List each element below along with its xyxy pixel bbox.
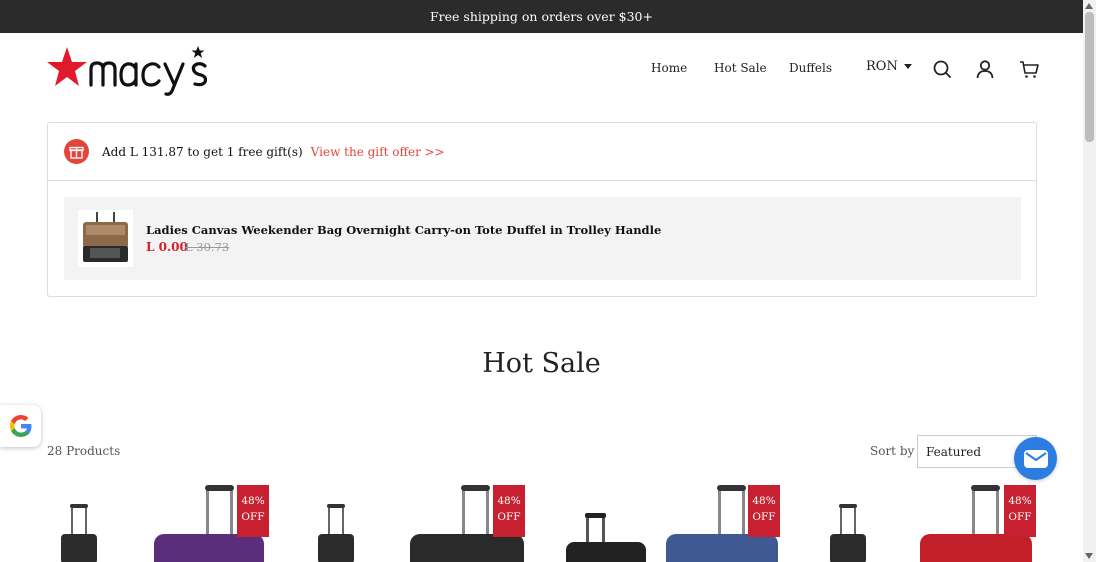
product-card[interactable]: [47, 482, 147, 562]
gift-offer-panel: Add L 131.87 to get 1 free gift(s) View …: [47, 122, 1037, 297]
account-icon[interactable]: [974, 58, 996, 80]
gift-item-old-price: L 30.73: [185, 240, 230, 254]
site-header: Home Hot Sale Duffels RON: [0, 33, 1083, 105]
caret-down-icon: [903, 64, 912, 69]
product-card[interactable]: 48% OFF: [916, 482, 1041, 562]
announcement-text: Free shipping on orders over $30+: [430, 9, 653, 24]
gift-offer-row: Add L 131.87 to get 1 free gift(s) View …: [48, 123, 1036, 181]
gift-item-title[interactable]: Ladies Canvas Weekender Bag Overnight Ca…: [146, 223, 661, 237]
product-card[interactable]: 48% OFF: [150, 482, 275, 562]
product-card[interactable]: [560, 482, 660, 562]
discount-badge: 48% OFF: [493, 485, 525, 537]
nav-home[interactable]: Home: [651, 61, 687, 75]
luggage-image: [61, 504, 97, 562]
luggage-image: [318, 504, 354, 562]
brand-star-icon: [47, 47, 87, 86]
product-card[interactable]: 48% OFF: [406, 482, 531, 562]
view-gift-offer-link[interactable]: View the gift offer >>: [311, 145, 445, 159]
scroll-up-icon[interactable]: [1085, 3, 1093, 9]
nav-duffels[interactable]: Duffels: [789, 61, 832, 75]
mail-icon: [1023, 449, 1048, 468]
google-icon: [9, 415, 31, 437]
gift-item-price: L 0.00: [146, 240, 188, 254]
scrollbar[interactable]: [1083, 0, 1096, 562]
discount-badge: 48% OFF: [748, 485, 780, 537]
search-icon[interactable]: [931, 58, 953, 80]
announcement-bar: Free shipping on orders over $30+: [0, 0, 1083, 33]
scrollbar-thumb[interactable]: [1085, 12, 1094, 142]
sort-label: Sort by: [870, 444, 915, 458]
currency-label: RON: [866, 59, 898, 74]
scroll-down-icon[interactable]: [1085, 553, 1093, 559]
page-title: Hot Sale: [482, 348, 601, 379]
product-card[interactable]: [303, 482, 403, 562]
chat-button[interactable]: [1014, 437, 1057, 480]
product-card[interactable]: 48% OFF: [662, 482, 787, 562]
discount-badge: 48% OFF: [1004, 485, 1036, 537]
gift-item-image: [78, 210, 133, 267]
product-card[interactable]: [815, 482, 915, 562]
small-star-icon: [191, 46, 205, 58]
gift-icon: [64, 139, 89, 164]
luggage-image: [830, 504, 866, 562]
discount-badge: 48% OFF: [237, 485, 269, 537]
currency-selector[interactable]: RON: [866, 59, 912, 74]
product-count: 28 Products: [47, 444, 121, 458]
nav-hot-sale[interactable]: Hot Sale: [714, 61, 767, 75]
google-reviews-badge[interactable]: [0, 405, 41, 447]
cart-icon[interactable]: [1018, 58, 1040, 80]
gift-item-card[interactable]: Ladies Canvas Weekender Bag Overnight Ca…: [64, 197, 1021, 280]
macys-logo[interactable]: [47, 43, 217, 97]
luggage-image: [566, 513, 646, 562]
gift-message: Add L 131.87 to get 1 free gift(s): [102, 144, 303, 159]
